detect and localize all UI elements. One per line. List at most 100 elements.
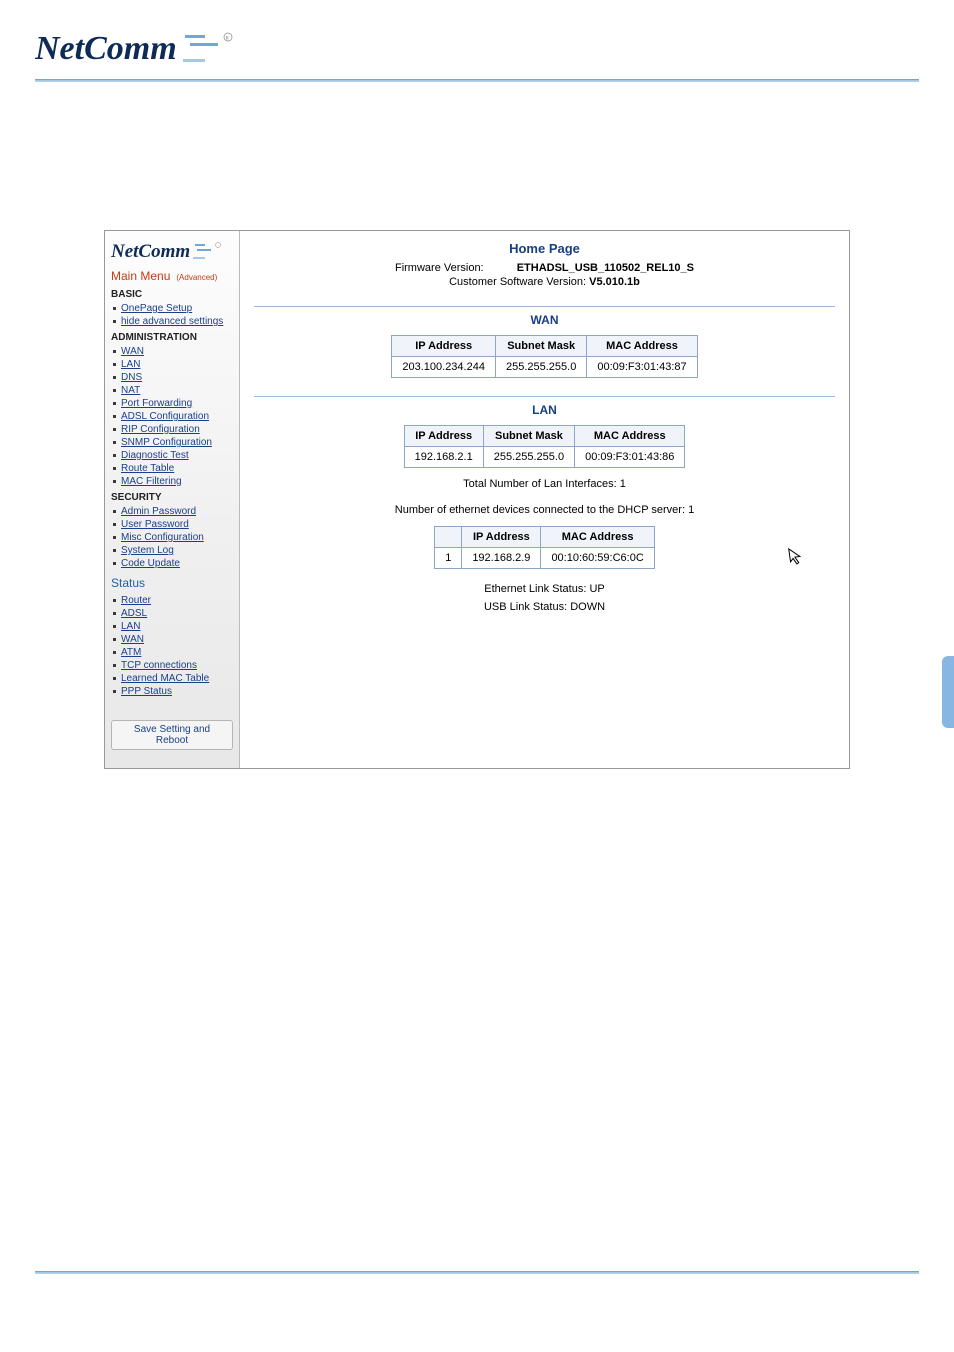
sidebar-item-status-learned-mac[interactable]: Learned MAC Table	[113, 672, 233, 685]
list-bullet-icon	[113, 320, 116, 323]
sidebar-item-system-log[interactable]: System Log	[113, 544, 233, 557]
usb-link-status-label: USB Link Status:	[484, 601, 567, 613]
sidebar-item-label: DNS	[121, 371, 142, 384]
wan-header-subnet: Subnet Mask	[495, 336, 586, 357]
sidebar-item-status-router[interactable]: Router	[113, 594, 233, 607]
list-bullet-icon	[113, 523, 116, 526]
sidebar-item-label: User Password	[121, 518, 189, 531]
sidebar-item-lan[interactable]: LAN	[113, 358, 233, 371]
section-rule	[254, 396, 835, 397]
sidebar-item-status-tcp[interactable]: TCP connections	[113, 659, 233, 672]
list-bullet-icon	[113, 625, 116, 628]
sidebar-item-label: NAT	[121, 384, 140, 397]
sidebar-item-label: SNMP Configuration	[121, 436, 212, 449]
sidebar-item-onepage-setup[interactable]: OnePage Setup	[113, 302, 233, 315]
sidebar-item-label: WAN	[121, 633, 144, 646]
list-bullet-icon	[113, 599, 116, 602]
sidebar-item-label: Code Update	[121, 557, 180, 570]
sidebar-item-code-update[interactable]: Code Update	[113, 557, 233, 570]
sidebar: NetComm Main Menu (Advanced) BASIC OnePa…	[105, 231, 240, 768]
list-bullet-icon	[113, 402, 116, 405]
sidebar-item-rip-config[interactable]: RIP Configuration	[113, 423, 233, 436]
sidebar-item-label: ADSL Configuration	[121, 410, 209, 423]
sidebar-item-label: Misc Configuration	[121, 531, 204, 544]
sidebar-item-dns[interactable]: DNS	[113, 371, 233, 384]
lan-table: IP Address Subnet Mask MAC Address 192.1…	[404, 425, 686, 468]
dhcp-header-mac: MAC Address	[541, 527, 654, 548]
lan-cell-mac: 00:09:F3:01:43:86	[575, 447, 685, 468]
sidebar-item-misc-config[interactable]: Misc Configuration	[113, 531, 233, 544]
dhcp-header-ip: IP Address	[462, 527, 541, 548]
list-bullet-icon	[113, 467, 116, 470]
router-admin-frame: NetComm Main Menu (Advanced) BASIC OnePa…	[104, 230, 850, 769]
list-bullet-icon	[113, 562, 116, 565]
sidebar-item-label: Diagnostic Test	[121, 449, 189, 462]
customer-software-version-value: V5.010.1b	[589, 276, 640, 288]
page-bottom-rule	[35, 1271, 919, 1274]
list-bullet-icon	[113, 510, 116, 513]
sidebar-item-label: WAN	[121, 345, 144, 358]
sidebar-item-label: Route Table	[121, 462, 174, 475]
ethernet-link-status-label: Ethernet Link Status:	[484, 583, 586, 595]
page-title: Home Page	[254, 241, 835, 256]
list-bullet-icon	[113, 677, 116, 680]
sidebar-item-label: LAN	[121, 620, 140, 633]
lan-section-title: LAN	[254, 403, 835, 417]
sidebar-item-status-wan[interactable]: WAN	[113, 633, 233, 646]
sidebar-item-wan[interactable]: WAN	[113, 345, 233, 358]
sidebar-item-status-lan[interactable]: LAN	[113, 620, 233, 633]
sidebar-item-diagnostic-test[interactable]: Diagnostic Test	[113, 449, 233, 462]
list-bullet-icon	[113, 536, 116, 539]
save-reboot-button[interactable]: Save Setting and Reboot	[111, 720, 233, 750]
sidebar-item-nat[interactable]: NAT	[113, 384, 233, 397]
lan-header-mac: MAC Address	[575, 426, 685, 447]
sidebar-item-snmp-config[interactable]: SNMP Configuration	[113, 436, 233, 449]
list-bullet-icon	[113, 307, 116, 310]
list-bullet-icon	[113, 350, 116, 353]
sidebar-item-label: Router	[121, 594, 151, 607]
section-security-title: SECURITY	[111, 492, 233, 503]
sidebar-item-label: System Log	[121, 544, 174, 557]
wan-cell-mac: 00:09:F3:01:43:87	[587, 357, 697, 378]
list-bullet-icon	[113, 651, 116, 654]
sidebar-item-label: hide advanced settings	[121, 315, 223, 328]
sidebar-item-mac-filtering[interactable]: MAC Filtering	[113, 475, 233, 488]
lan-total-interfaces-value: 1	[620, 478, 626, 490]
section-administration-title: ADMINISTRATION	[111, 332, 233, 343]
page-top-rule	[35, 79, 919, 82]
lan-cell-ip: 192.168.2.1	[404, 447, 483, 468]
sidebar-item-status-adsl[interactable]: ADSL	[113, 607, 233, 620]
sidebar-item-status-atm[interactable]: ATM	[113, 646, 233, 659]
list-bullet-icon	[113, 549, 116, 552]
dhcp-cell-mac: 00:10:60:59:C6:0C	[541, 548, 654, 569]
sidebar-item-route-table[interactable]: Route Table	[113, 462, 233, 475]
sidebar-item-label: MAC Filtering	[121, 475, 182, 488]
section-status-title: Status	[111, 576, 233, 590]
dhcp-table: IP Address MAC Address 1 192.168.2.9 00:…	[434, 526, 655, 569]
sidebar-item-label: PPP Status	[121, 685, 172, 698]
sidebar-item-label: RIP Configuration	[121, 423, 200, 436]
list-bullet-icon	[113, 376, 116, 379]
list-bullet-icon	[113, 690, 116, 693]
sidebar-item-adsl-config[interactable]: ADSL Configuration	[113, 410, 233, 423]
sidebar-item-admin-password[interactable]: Admin Password	[113, 505, 233, 518]
dhcp-cell-index: 1	[435, 548, 462, 569]
sidebar-item-label: ADSL	[121, 607, 147, 620]
list-bullet-icon	[113, 612, 116, 615]
sidebar-item-user-password[interactable]: User Password	[113, 518, 233, 531]
sidebar-item-status-ppp[interactable]: PPP Status	[113, 685, 233, 698]
dhcp-connected-label: Number of ethernet devices connected to …	[395, 504, 685, 516]
dhcp-cell-ip: 192.168.2.9	[462, 548, 541, 569]
customer-software-version-label: Customer Software Version:	[449, 276, 586, 288]
wan-section-title: WAN	[254, 313, 835, 327]
lan-total-interfaces-label: Total Number of Lan Interfaces:	[463, 478, 616, 490]
sidebar-item-hide-advanced[interactable]: hide advanced settings	[113, 315, 233, 328]
content-area: Home Page Firmware Version: ETHADSL_USB_…	[240, 231, 849, 768]
dhcp-header-blank	[435, 527, 462, 548]
list-bullet-icon	[113, 415, 116, 418]
sidebar-item-label: Port Forwarding	[121, 397, 192, 410]
list-bullet-icon	[113, 389, 116, 392]
sidebar-item-port-forwarding[interactable]: Port Forwarding	[113, 397, 233, 410]
wan-table: IP Address Subnet Mask MAC Address 203.1…	[391, 335, 697, 378]
sidebar-item-label: OnePage Setup	[121, 302, 192, 315]
